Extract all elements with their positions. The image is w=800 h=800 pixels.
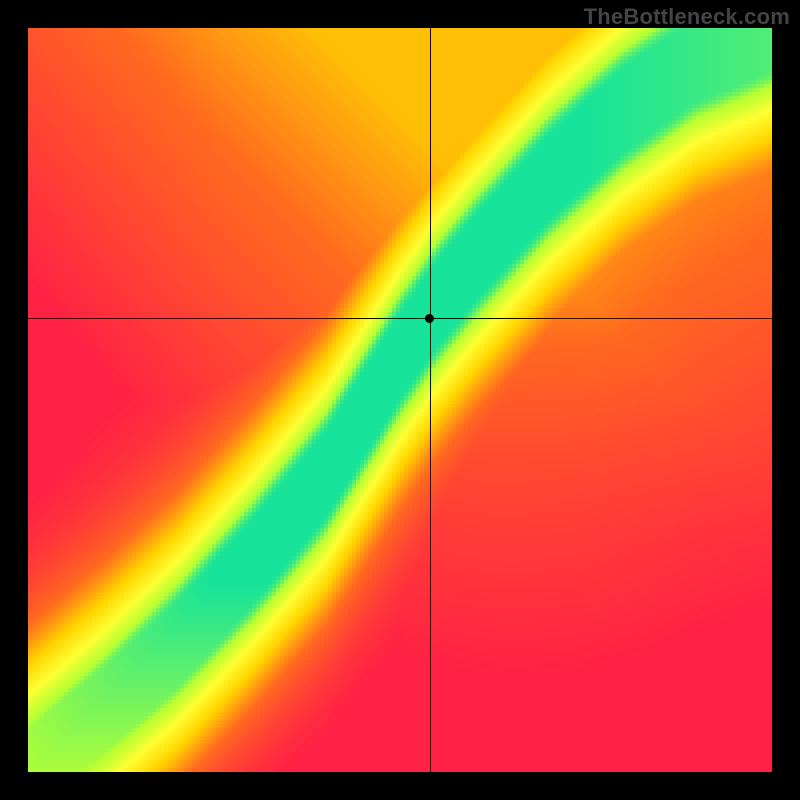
- watermark-text: TheBottleneck.com: [584, 4, 790, 30]
- heatmap-canvas: [28, 28, 772, 772]
- marker-dot: [425, 314, 434, 323]
- crosshair-horizontal: [28, 318, 772, 319]
- chart-frame: TheBottleneck.com: [0, 0, 800, 800]
- crosshair-vertical: [430, 28, 431, 772]
- heatmap-plot: [28, 28, 772, 772]
